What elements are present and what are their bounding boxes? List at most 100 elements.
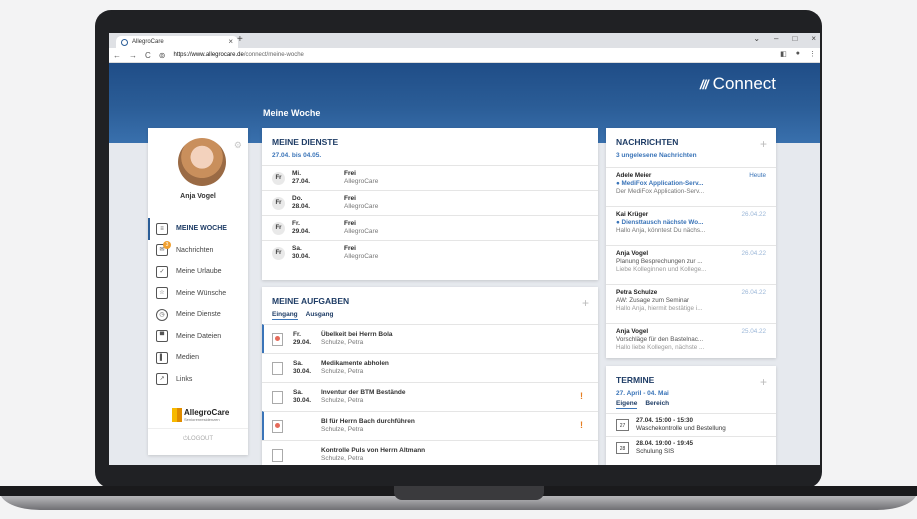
table-row[interactable]: BI für Herrn Bach durchführen Schulze, Pe…	[262, 411, 598, 440]
msg-date: 26.04.22	[741, 289, 766, 296]
list-item[interactable]: Fr Fr. 29.04. Frei AllegroCare	[262, 215, 598, 240]
list-item[interactable]: 27 27.04. 15:00 - 15:30 Waschekontrolle un…	[606, 413, 776, 436]
list-item[interactable]: Petra Schulze 26.04.22 AW: Zusage zum Semi…	[606, 284, 776, 323]
laptop-notch	[394, 486, 544, 500]
aufgaben-list: Fr. 29.04. Übelkeit bei Herrn Bola Schulze,…	[262, 324, 598, 465]
priority-flag: !	[580, 391, 583, 401]
add-message-icon[interactable]: +	[760, 137, 767, 151]
table-row[interactable]: Sa. 30.04. Medikamente abholen Schulze, Pet…	[262, 353, 598, 382]
task-title: Kontrolle Puls von Herrn Altmann	[321, 447, 426, 454]
list-item[interactable]: Fr Sa. 30.04. Frei AllegroCare	[262, 240, 598, 265]
sidebar-item-label: Meine Urlaube	[176, 268, 222, 276]
list-item[interactable]: Anja Vogel 26.04.22 Planung Besprechungen …	[606, 245, 776, 284]
aufgaben-card: MEINE AUFGABEN Eingang Ausgang + Fr. 29.04…	[262, 287, 598, 465]
preview: Hallo Anja, könntest Du nächs...	[616, 227, 706, 234]
add-task-icon[interactable]: +	[582, 296, 589, 310]
day: Fr.	[293, 331, 301, 338]
url-path: /connect/meine-woche	[243, 52, 304, 58]
appt-time: 28.04. 19:00 - 19:45	[636, 440, 694, 447]
list-item[interactable]: 28 28.04. 19:00 - 19:45 Schulung SIS	[606, 436, 776, 459]
sidebar-item-label: Meine Wünsche	[176, 289, 227, 297]
day: Mi.	[292, 170, 302, 177]
sender: Anja Vogel	[616, 328, 649, 335]
priority-flag: !	[580, 420, 583, 430]
sidebar-menu: ≡ MEINE WOCHE ✉ 3 Nachrichten ✓ Meine Urlaub…	[148, 218, 248, 390]
calendar-check-icon: ✓	[156, 265, 168, 278]
task-title: Übelkeit bei Herrn Bola	[321, 331, 393, 338]
org: AllegroCare	[344, 203, 379, 210]
url-field[interactable]: https://www.allegrocare.de/connect/meine…	[173, 52, 303, 58]
tab-bereich[interactable]: Bereich	[645, 400, 669, 409]
site-info-icon[interactable]: ⊚	[159, 51, 166, 60]
org: AllegroCare	[344, 228, 379, 235]
sidebar-item-nachrichten[interactable]: ✉ 3 Nachrichten	[148, 240, 248, 262]
task-title: BI für Herrn Bach durchführen	[321, 418, 415, 425]
preview: Der MediFox Application-Serv...	[616, 188, 705, 195]
window-controls: ⌄ – □ ×	[753, 34, 816, 43]
sidebar-item-label: Meine Dateien	[176, 332, 222, 340]
back-icon[interactable]: ←	[113, 51, 121, 60]
list-item[interactable]: Anja Vogel 25.04.22 Vorschläge für den Bas…	[606, 323, 776, 362]
subject: ● Diensttausch nächste Wo...	[616, 219, 704, 226]
date: 29.04.	[293, 339, 312, 346]
dienste-title: MEINE DIENSTE	[272, 137, 339, 147]
sidebar-item-meine-wuensche[interactable]: ☆ Meine Wünsche	[148, 283, 248, 305]
date: 29.04.	[292, 228, 311, 235]
calendar-icon: 28	[616, 442, 629, 454]
calendar-star-icon: ☆	[156, 287, 168, 300]
subject: ● MediFox Application-Serv...	[616, 180, 704, 187]
close-window-icon[interactable]: ×	[811, 34, 816, 43]
maximize-icon[interactable]: □	[792, 34, 797, 43]
close-tab-icon[interactable]: ×	[228, 37, 233, 46]
status: Frei	[344, 195, 356, 202]
table-row[interactable]: Fr. 29.04. Übelkeit bei Herrn Bola Schulze,…	[262, 324, 598, 353]
new-tab-icon[interactable]: +	[237, 34, 243, 45]
url-host: https://www.allegrocare.de	[173, 52, 244, 58]
tab-ausgang[interactable]: Ausgang	[306, 311, 334, 320]
list-item[interactable]: Fr Do. 28.04. Frei AllegroCare	[262, 190, 598, 215]
status: Frei	[344, 245, 356, 252]
browser-window: AllegroCare × + ⌄ – □ × ← → C ⊚ https://…	[109, 33, 820, 465]
logout-button[interactable]: ⏻LOGOUT	[148, 428, 248, 443]
sidebar-item-meine-woche[interactable]: ≡ MEINE WOCHE	[148, 218, 248, 240]
task-icon	[272, 361, 283, 375]
tab-eigene[interactable]: Eigene	[616, 400, 638, 409]
list-item[interactable]: Adele Meier Heute ● MediFox Application-Se…	[606, 167, 776, 206]
table-row[interactable]: Sa. 30.04. Inventur der BTM Bestände Schulz…	[262, 382, 598, 411]
address-bar: ← → C ⊚ https://www.allegrocare.de/conne…	[109, 48, 820, 63]
task-person: Schulze, Petra	[321, 339, 364, 346]
kebab-menu-icon[interactable]: ⋮	[809, 50, 816, 58]
list-item[interactable]: Fr Mi. 27.04. Frei AllegroCare	[262, 165, 598, 190]
sidebar-item-medien[interactable]: ▌ Medien	[148, 347, 248, 369]
sidebar-item-meine-urlaube[interactable]: ✓ Meine Urlaube	[148, 261, 248, 283]
chevron-down-icon[interactable]: ⌄	[753, 34, 760, 43]
book-icon: ▌	[156, 351, 168, 364]
gear-icon[interactable]: ⚙	[234, 140, 242, 151]
sidebar-item-meine-dateien[interactable]: ▀ Meine Dateien	[148, 326, 248, 348]
browser-tab[interactable]: AllegroCare ×	[116, 36, 238, 48]
task-icon	[272, 419, 283, 433]
subject: AW: Zusage zum Seminar	[616, 297, 690, 304]
dienste-card: MEINE DIENSTE 27.04. bis 04.05. Fr Mi. 27.…	[262, 128, 598, 280]
task-person: Schulze, Petra	[321, 368, 364, 375]
date: 27.04.	[292, 178, 311, 185]
company-logo-icon	[172, 408, 182, 422]
profile-icon[interactable]: ●	[796, 50, 800, 58]
sidepanel-icon[interactable]: ◧	[780, 50, 787, 58]
day: Do.	[292, 195, 303, 202]
table-row[interactable]: Kontrolle Puls von Herrn Altmann Schulze,…	[262, 440, 598, 465]
shift-badge: Fr	[272, 246, 285, 260]
reload-icon[interactable]: C	[145, 51, 151, 60]
forward-icon[interactable]: →	[129, 51, 137, 60]
list-item[interactable]: Kai Krüger 26.04.22 ● Diensttausch nächste…	[606, 206, 776, 245]
sidebar-item-links[interactable]: ↗ Links	[148, 369, 248, 391]
day: Sa.	[293, 360, 303, 367]
status: Frei	[344, 220, 356, 227]
task-person: Schulze, Petra	[321, 397, 364, 404]
task-title: Medikamente abholen	[321, 360, 389, 367]
tab-eingang[interactable]: Eingang	[272, 311, 298, 320]
add-appointment-icon[interactable]: +	[760, 375, 767, 389]
minimize-icon[interactable]: –	[774, 34, 778, 43]
tab-title: AllegroCare	[132, 39, 164, 45]
sidebar-item-meine-dienste[interactable]: ◷ Meine Dienste	[148, 304, 248, 326]
